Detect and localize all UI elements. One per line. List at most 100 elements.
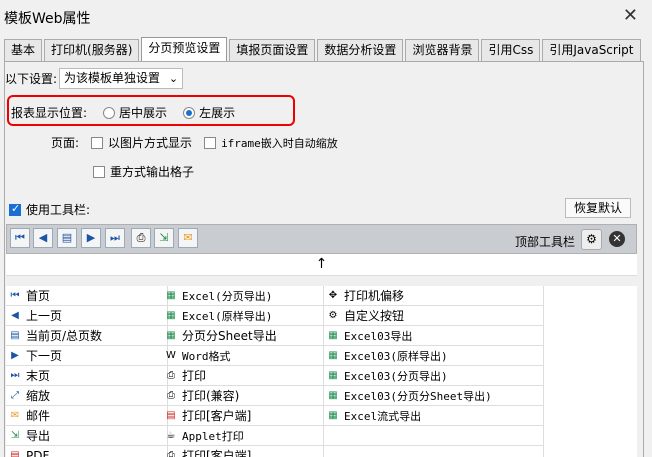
list-item[interactable]: W Word格式 [162,346,324,366]
email-icon[interactable]: ✉ [178,228,198,248]
excel-icon: ▦ [328,409,338,421]
export-icon: ⇲ [10,429,20,441]
list-item[interactable]: ⏭ 末页 [6,366,168,386]
redo-output-label: 重方式输出格子 [110,165,195,179]
toolbar-button-grid: ⏮ 首页 ◀ 上一页 ▤ 当前页/总页数 ▶ 下一页 ⏭ 末页 ⤢ 缩放 ✉ 邮件 ⇲ 导出 ▤… [6,286,637,457]
radio-center-circle[interactable] [103,106,116,119]
list-item[interactable]: ▦ Excel(分页导出) [162,286,324,306]
list-item[interactable]: ⎙ 打印(兼容) [162,386,324,406]
tab-fill-page[interactable]: 填报页面设置 [229,39,316,61]
list-item[interactable]: ⚙ 自定义按钮 [324,306,544,326]
window-title: 模板Web属性 [4,11,91,27]
export-icon[interactable]: ⇲ [154,228,174,248]
print-icon: ⎙ [167,369,175,381]
as-image-box[interactable] [91,136,104,149]
as-image-label: 以图片方式显示 [108,136,193,150]
use-toolbar-checkbox[interactable] [9,202,21,216]
list-item[interactable]: ▤ PDF [6,446,168,457]
page-number-icon: ▤ [10,329,20,341]
tab-page-preview[interactable]: 分页预览设置 [141,37,228,61]
window-titlebar: 模板Web属性 ✕ [0,0,652,34]
list-item[interactable]: ◀ 上一页 [6,306,168,326]
list-item[interactable]: ▦ 分页分Sheet导出 [162,326,324,346]
prev-page-icon: ◀ [11,309,19,321]
pdf-print-icon: ▤ [166,409,176,421]
excel-icon: ▦ [328,389,338,401]
word-icon: W [166,349,176,361]
iframe-zoom-checkbox[interactable]: iframe嵌入时自动缩放 [204,135,338,151]
gear-icon: ⚙ [328,309,338,321]
tab-printer-server[interactable]: 打印机(服务器) [44,39,140,61]
list-item[interactable]: ▦ Excel03(分页导出) [324,366,544,386]
page-number-icon[interactable]: ▤ [57,228,77,248]
scope-select-value: 为该模板单独设置 [64,71,161,85]
scope-select[interactable]: 为该模板单独设置 ⌄ [59,68,184,89]
toolbar-preview: ⏮ ◀ ▤ ▶ ⏭ ⎙ ⇲ ✉ 顶部工具栏 ⚙ ✕ [6,224,637,254]
iframe-zoom-box[interactable] [204,136,217,149]
iframe-zoom-label: iframe嵌入时自动缩放 [221,136,338,150]
list-item[interactable]: ⎙ 打印[客户端] [162,446,324,457]
list-item[interactable]: ▦ Excel03导出 [324,326,544,346]
list-item[interactable]: ☕ Applet打印 [162,426,324,446]
move-icon: ✥ [328,289,338,301]
redo-output-checkbox[interactable]: 重方式输出格子 [93,163,194,180]
top-toolbar-label: 顶部工具栏 [515,235,576,249]
excel-icon: ▦ [166,329,176,341]
excel-icon: ▦ [328,369,338,381]
print-icon: ⎙ [167,389,175,401]
excel-icon: ▦ [328,349,338,361]
redo-output-box[interactable] [93,165,105,178]
list-item[interactable]: ▦ Excel03(分页分Sheet导出) [324,386,544,406]
chevron-down-icon: ⌄ [168,72,179,85]
scope-label: 以下设置: [5,72,58,86]
tab-css[interactable]: 引用Css [481,39,541,61]
list-item[interactable]: ✥ 打印机偏移 [324,286,544,306]
radio-center-label: 居中展示 [119,106,168,120]
use-toolbar-label: 使用工具栏: [26,203,91,217]
email-icon: ✉ [10,409,20,421]
last-page-icon[interactable]: ⏭ [105,228,125,248]
position-label: 报表显示位置: [11,106,88,120]
close-icon[interactable]: ✕ [623,5,638,26]
next-page-icon[interactable]: ▶ [81,228,101,248]
prev-page-icon[interactable]: ◀ [33,228,53,248]
list-item[interactable]: ⏮ 首页 [6,286,168,306]
last-page-icon: ⏭ [10,369,20,381]
page-label: 页面: [51,136,80,150]
list-item [324,446,544,457]
list-item[interactable]: ▦ Excel(原样导出) [162,306,324,326]
radio-left[interactable]: 左展示 [183,104,235,121]
excel-icon: ▦ [328,329,338,341]
radio-left-circle[interactable] [183,106,196,119]
list-item [324,426,544,446]
list-item[interactable]: ✉ 邮件 [6,406,168,426]
radio-center[interactable]: 居中展示 [103,104,167,121]
list-item[interactable]: ⎙ 打印 [162,366,324,386]
print-icon: ⎙ [167,449,175,457]
remove-icon[interactable]: ✕ [609,231,625,247]
radio-left-label: 左展示 [199,106,236,120]
first-page-icon[interactable]: ⏮ [10,228,30,248]
list-item[interactable]: ▤ 当前页/总页数 [6,326,168,346]
tab-bar: 基本 打印机(服务器) 分页预览设置 填报页面设置 数据分析设置 浏览器背景 引… [4,37,643,61]
list-item[interactable]: ▦ Excel流式导出 [324,406,544,426]
print-icon[interactable]: ⎙ [131,228,151,248]
tab-browser-bg[interactable]: 浏览器背景 [405,39,480,61]
tab-javascript[interactable]: 引用JavaScript [542,39,641,61]
restore-default-button[interactable]: 恢复默认 [564,198,631,218]
applet-icon: ☕ [166,429,176,441]
as-image-checkbox[interactable]: 以图片方式显示 [91,134,192,151]
tab-basic[interactable]: 基本 [4,39,43,61]
list-item[interactable]: ▶ 下一页 [6,346,168,366]
next-page-icon: ▶ [11,349,19,361]
excel-icon: ▦ [166,309,176,321]
first-page-icon: ⏮ [10,289,20,301]
list-item[interactable]: ⇲ 导出 [6,426,168,446]
list-item[interactable]: ▤ 打印[客户端] [162,406,324,426]
tab-data-analysis[interactable]: 数据分析设置 [317,39,404,61]
list-item[interactable]: ▦ Excel03(原样导出) [324,346,544,366]
move-up-arrow-icon[interactable]: ↑ [6,254,637,276]
pdf-icon: ▤ [10,449,20,457]
list-item[interactable]: ⤢ 缩放 [6,386,168,406]
gear-icon[interactable]: ⚙ [581,229,602,250]
